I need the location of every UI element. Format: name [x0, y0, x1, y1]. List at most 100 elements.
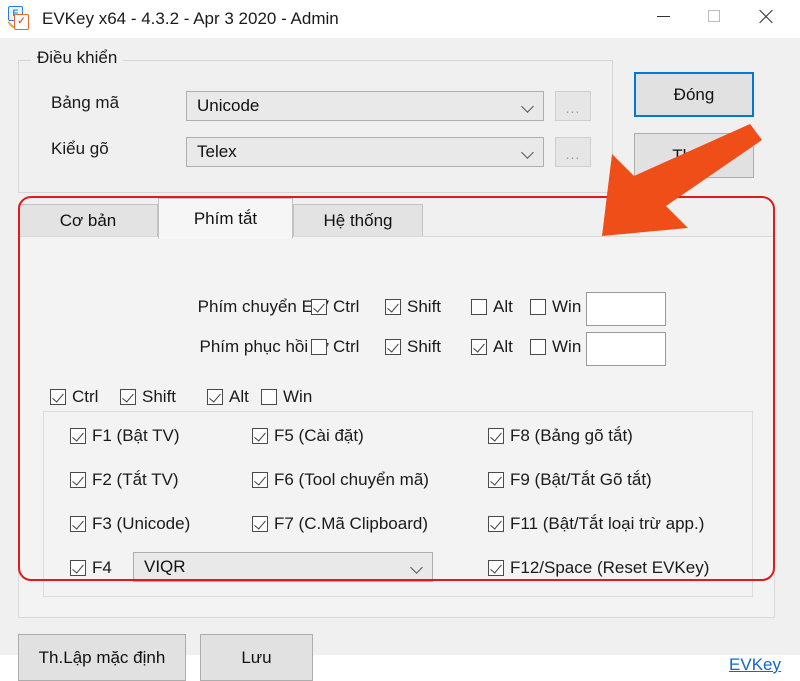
checkbox-icon — [311, 339, 327, 355]
fkey-f12-checkbox[interactable]: F12/Space (Reset EVKey) — [488, 558, 709, 578]
checkbox-icon — [488, 560, 504, 576]
exit-button[interactable]: Thoát — [634, 133, 754, 178]
fkey-f5-checkbox[interactable]: F5 (Cài đặt) — [252, 426, 364, 446]
chevron-down-icon — [410, 561, 423, 574]
checkbox-icon — [70, 428, 86, 444]
restore-word-key-input[interactable] — [586, 332, 666, 366]
checkbox-icon — [385, 339, 401, 355]
checkbox-icon — [70, 516, 86, 532]
hotkey-row-switch-ev-label: Phím chuyển E/V — [197, 297, 329, 316]
close-icon — [758, 9, 773, 24]
checkbox-icon — [488, 428, 504, 444]
fkey-f1-label: F1 (Bật TV) — [92, 426, 180, 445]
switch-ev-ctrl-label: Ctrl — [333, 297, 360, 316]
fkey-f4-label: F4 — [92, 558, 112, 577]
chevron-down-icon — [521, 146, 534, 159]
function-key-group: F1 (Bật TV) F2 (Tắt TV) F3 (Unicode) F4 … — [43, 411, 753, 597]
fkey-f2-label: F2 (Tắt TV) — [92, 470, 179, 489]
hotkey-row-restore-word: Phím phục hồi từ Ctrl Shift Alt Win — [19, 332, 776, 366]
encoding-more-button[interactable]: ... — [555, 91, 591, 121]
control-group: Điều khiển Bảng mã Unicode ... Kiểu gõ T… — [18, 48, 614, 193]
encoding-combo[interactable]: Unicode — [186, 91, 544, 121]
fkey-f11-label: F11 (Bật/Tắt loại trừ app.) — [510, 514, 705, 533]
checkbox-icon — [471, 299, 487, 315]
switch-ev-alt-checkbox[interactable]: Alt — [471, 297, 513, 317]
input-method-row: Kiểu gõ Telex ... — [19, 137, 614, 167]
switch-ev-key-input[interactable] — [586, 292, 666, 326]
close-dialog-button[interactable]: Đóng — [634, 72, 754, 117]
minimize-icon — [656, 15, 670, 17]
checkbox-icon — [70, 472, 86, 488]
fkey-f7-checkbox[interactable]: F7 (C.Mã Clipboard) — [252, 514, 428, 534]
checkbox-icon — [252, 428, 268, 444]
checkbox-icon — [471, 339, 487, 355]
minimize-button[interactable] — [640, 0, 686, 32]
client-area: Điều khiển Bảng mã Unicode ... Kiểu gõ T… — [0, 38, 800, 681]
checkbox-icon — [311, 299, 327, 315]
fkey-f2-checkbox[interactable]: F2 (Tắt TV) — [70, 470, 179, 490]
restore-word-win-label: Win — [552, 337, 582, 356]
checkbox-icon — [261, 389, 277, 405]
maximize-button[interactable] — [691, 0, 737, 32]
close-window-button[interactable] — [742, 0, 788, 32]
fkey-f7-label: F7 (C.Mã Clipboard) — [274, 514, 428, 533]
fkey-f11-checkbox[interactable]: F11 (Bật/Tắt loại trừ app.) — [488, 514, 704, 534]
checkbox-icon — [385, 299, 401, 315]
global-ctrl-checkbox[interactable]: Ctrl — [50, 387, 98, 407]
checkbox-icon — [50, 389, 66, 405]
switch-ev-alt-label: Alt — [493, 297, 513, 316]
restore-defaults-button[interactable]: Th.Lập mặc định — [18, 634, 186, 681]
save-button[interactable]: Lưu — [200, 634, 313, 681]
fkey-f6-checkbox[interactable]: F6 (Tool chuyển mã) — [252, 470, 429, 490]
chevron-down-icon — [521, 100, 534, 113]
switch-ev-ctrl-checkbox[interactable]: Ctrl — [311, 297, 359, 317]
tab-co-ban[interactable]: Cơ bản — [18, 204, 158, 238]
maximize-icon — [708, 10, 720, 22]
restore-word-ctrl-checkbox[interactable]: Ctrl — [311, 337, 359, 357]
control-group-legend: Điều khiển — [31, 48, 124, 68]
icon-square-orange: ✓ — [14, 14, 29, 30]
global-win-checkbox[interactable]: Win — [261, 387, 312, 407]
switch-ev-shift-checkbox[interactable]: Shift — [385, 297, 441, 317]
evkey-app-icon: E ✓ — [4, 6, 33, 33]
fkey-f9-label: F9 (Bật/Tắt Gõ tắt) — [510, 470, 652, 489]
tab-he-thong[interactable]: Hệ thống — [293, 204, 423, 238]
fkey-f9-checkbox[interactable]: F9 (Bật/Tắt Gõ tắt) — [488, 470, 652, 490]
tab-panel-phim-tat: Phím chuyển E/V Ctrl Shift Alt Win Phím … — [18, 236, 775, 618]
encoding-combo-value: Unicode — [197, 96, 260, 115]
switch-ev-shift-label: Shift — [407, 297, 442, 316]
restore-word-shift-checkbox[interactable]: Shift — [385, 337, 441, 357]
title-bar: E ✓ EVKey x64 - 4.3.2 - Apr 3 2020 - Adm… — [0, 0, 800, 38]
encoding-row: Bảng mã Unicode ... — [19, 91, 614, 121]
fkey-f4-checkbox[interactable]: F4 — [70, 558, 112, 578]
fkey-f8-label: F8 (Bảng gõ tắt) — [510, 426, 633, 445]
switch-ev-win-checkbox[interactable]: Win — [530, 297, 581, 317]
restore-word-alt-label: Alt — [493, 337, 513, 356]
checkbox-icon — [530, 339, 546, 355]
fkey-f3-label: F3 (Unicode) — [92, 514, 191, 533]
global-shift-checkbox[interactable]: Shift — [120, 387, 176, 407]
input-method-combo[interactable]: Telex — [186, 137, 544, 167]
hotkey-row-restore-word-label: Phím phục hồi từ — [199, 337, 329, 356]
checkbox-icon — [488, 472, 504, 488]
global-shift-label: Shift — [142, 387, 177, 406]
checkbox-icon — [252, 472, 268, 488]
global-modifier-row: Ctrl Shift Alt Win — [19, 387, 776, 413]
input-method-more-button[interactable]: ... — [555, 137, 591, 167]
input-method-label: Kiểu gõ — [51, 139, 109, 158]
global-alt-checkbox[interactable]: Alt — [207, 387, 249, 407]
fkey-f1-checkbox[interactable]: F1 (Bật TV) — [70, 426, 180, 446]
tab-phim-tat[interactable]: Phím tắt — [158, 198, 293, 239]
switch-ev-win-label: Win — [552, 297, 582, 316]
restore-word-win-checkbox[interactable]: Win — [530, 337, 581, 357]
fkey-f8-checkbox[interactable]: F8 (Bảng gõ tắt) — [488, 426, 633, 446]
checkbox-icon — [530, 299, 546, 315]
checkbox-icon — [70, 560, 86, 576]
global-alt-label: Alt — [229, 387, 249, 406]
window-title: EVKey x64 - 4.3.2 - Apr 3 2020 - Admin — [42, 9, 339, 28]
checkbox-icon — [252, 516, 268, 532]
f4-encoding-combo[interactable]: VIQR — [133, 552, 433, 582]
evkey-link[interactable]: EVKey — [729, 655, 781, 675]
fkey-f3-checkbox[interactable]: F3 (Unicode) — [70, 514, 190, 534]
restore-word-alt-checkbox[interactable]: Alt — [471, 337, 513, 357]
